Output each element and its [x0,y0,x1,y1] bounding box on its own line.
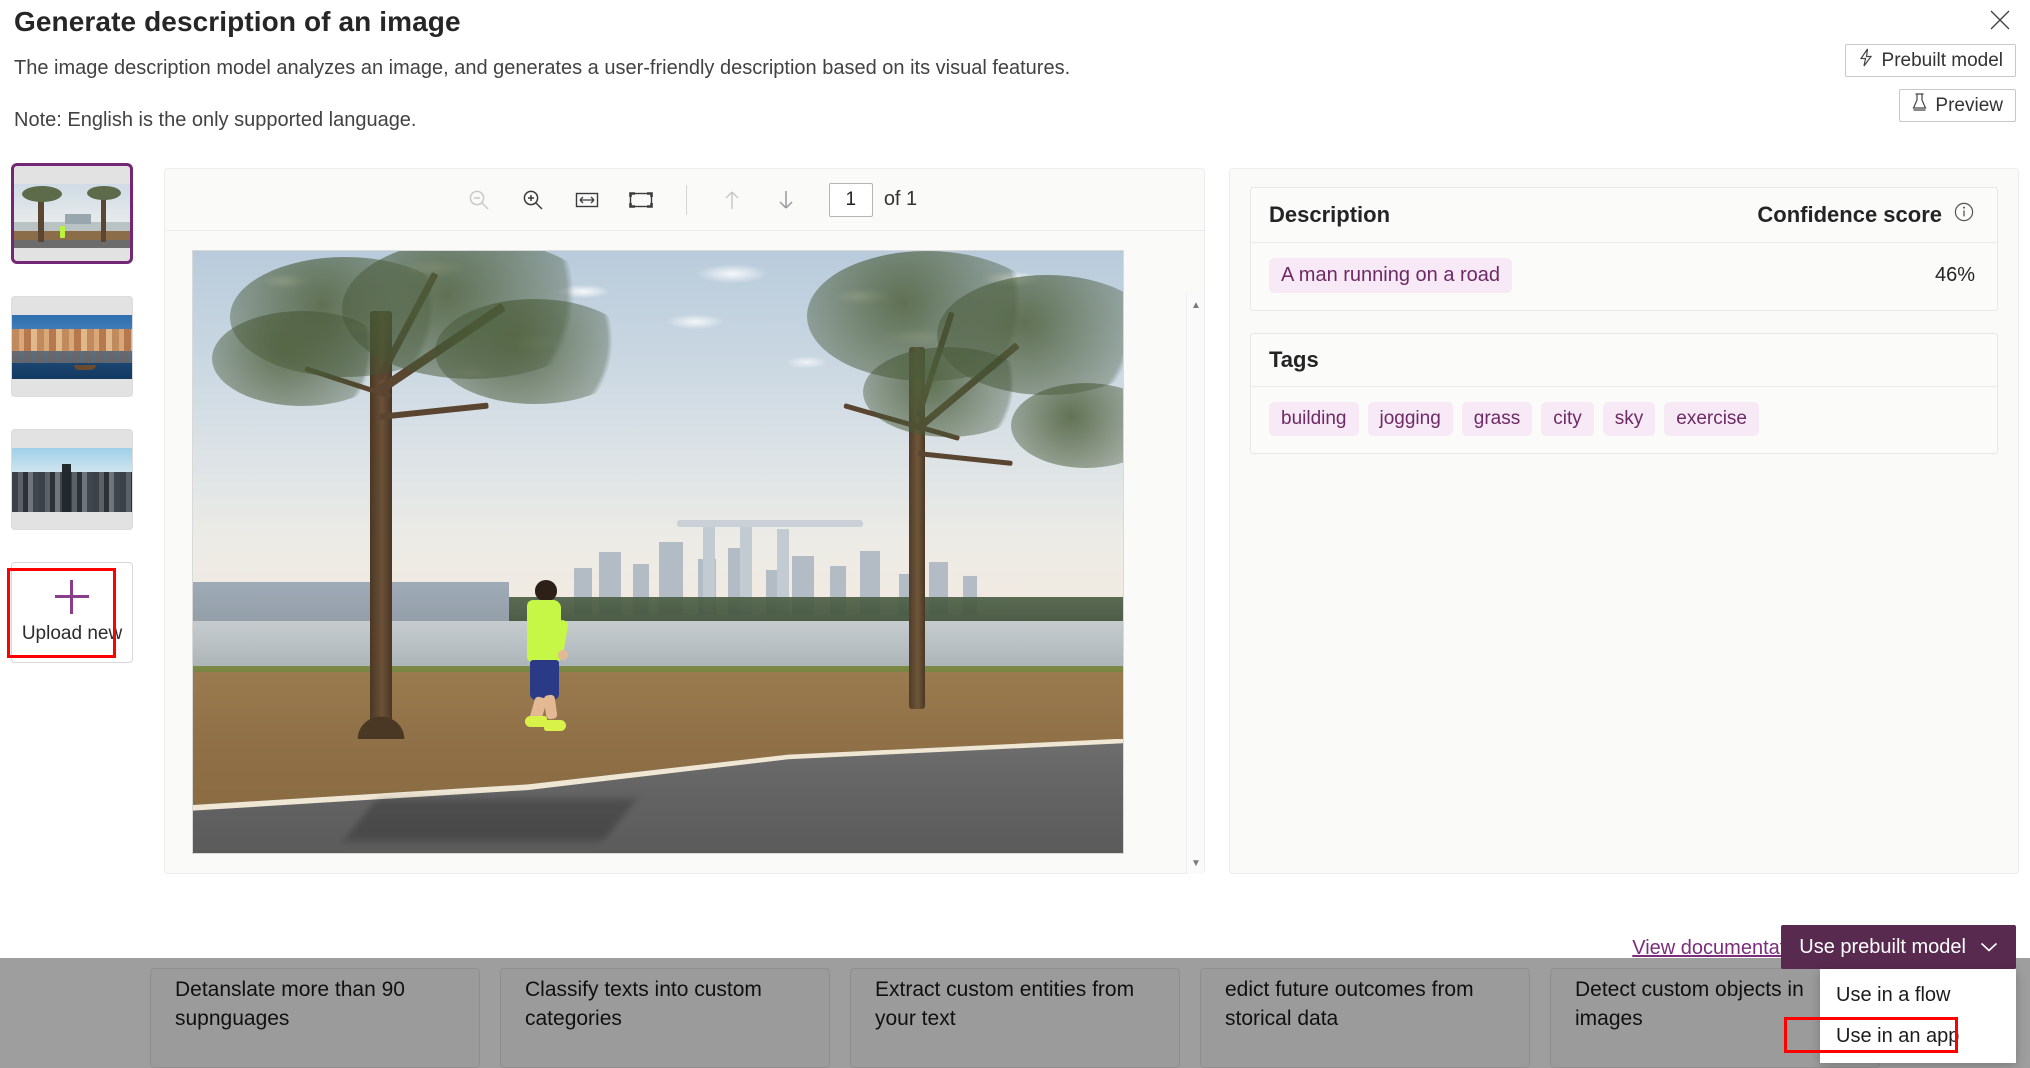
tag-item[interactable]: grass [1462,402,1532,436]
menu-item-use-in-an-app[interactable]: Use in an app [1820,1016,2016,1057]
tag-item[interactable]: jogging [1368,402,1453,436]
description-title: Description [1269,202,1390,228]
tags-card: Tags building jogging grass city sky exe… [1250,333,1998,454]
tags-list: building jogging grass city sky exercise [1251,387,1997,453]
results-panel: Description Confidence score A man runni… [1229,168,2019,874]
dialog-subtitle: The image description model analyzes an … [14,57,1070,80]
dialog-note: Note: English is the only supported lang… [14,109,417,132]
fit-page-icon[interactable] [614,178,668,222]
thumbnail-harbor-image [12,315,132,379]
tags-card-header: Tags [1251,334,1997,387]
close-icon[interactable] [1980,2,2020,38]
description-card-header: Description Confidence score [1251,188,1997,243]
page-total-label: of 1 [884,188,917,211]
thumbnail-cityscape-image [12,448,132,512]
tag-item[interactable]: building [1269,402,1359,436]
background-card[interactable]: Detanslate more than 90 supnguages [150,968,480,1068]
background-card[interactable]: Classify texts into custom categories [500,968,830,1068]
fit-width-icon[interactable] [560,178,614,222]
thumbnail-cityscape[interactable] [11,429,133,530]
thumbnail-harbor[interactable] [11,296,133,397]
description-score: 46% [1935,264,1975,287]
page-number-input[interactable] [829,183,873,217]
use-prebuilt-model-menu: Use in a flow Use in an app [1820,969,2016,1063]
beaker-icon [1912,93,1927,118]
tags-title: Tags [1269,347,1319,373]
zoom-in-icon[interactable] [506,178,560,222]
tag-item[interactable]: exercise [1664,402,1759,436]
background-card[interactable]: edict future outcomes from storical data [1200,968,1530,1068]
use-prebuilt-model-button[interactable]: Use prebuilt model [1781,925,2016,969]
plus-icon [55,580,89,614]
preview-badge: Preview [1899,89,2016,122]
viewer-canvas: ▲ ▼ [165,231,1204,874]
tag-item[interactable]: sky [1603,402,1656,436]
background-card-list: Detanslate more than 90 supnguages Class… [0,968,2030,1068]
previous-page-icon[interactable] [705,178,759,222]
menu-item-use-in-a-flow[interactable]: Use in a flow [1820,975,2016,1016]
description-chip[interactable]: A man running on a road [1269,258,1512,293]
viewer-scrollbar[interactable]: ▲ ▼ [1186,294,1204,874]
dialog-title: Generate description of an image [14,6,461,38]
lightning-bolt-icon [1858,48,1874,73]
prebuilt-model-badge: Prebuilt model [1845,44,2016,77]
info-icon[interactable] [1953,201,1975,229]
upload-new-label: Upload new [22,623,122,645]
upload-new-button[interactable]: Upload new [11,562,133,663]
chevron-down-icon [1980,936,1998,959]
thumbnail-rail: Upload new [11,163,141,663]
preview-image [192,250,1124,854]
prebuilt-model-badge-label: Prebuilt model [1882,50,2003,72]
use-prebuilt-model-label: Use prebuilt model [1799,936,1966,959]
tag-item[interactable]: city [1541,402,1594,436]
thumbnail-jogger-image [14,184,130,248]
next-page-icon[interactable] [759,178,813,222]
preview-badge-label: Preview [1935,95,2003,117]
toolbar-divider [686,185,687,215]
thumbnail-jogger[interactable] [11,163,133,264]
background-card[interactable]: Extract custom entities from your text [850,968,1180,1068]
scroll-up-icon[interactable]: ▲ [1187,296,1204,314]
confidence-score-label: Confidence score [1757,202,1942,228]
viewer-toolbar: of 1 [165,169,1204,231]
runner-figure [523,580,567,730]
scroll-down-icon[interactable]: ▼ [1187,854,1204,872]
description-row: A man running on a road 46% [1251,243,1997,310]
zoom-out-icon[interactable] [452,178,506,222]
description-card: Description Confidence score A man runni… [1250,187,1998,311]
generate-description-dialog: Generate description of an image The ima… [0,0,2030,958]
image-viewer-panel: of 1 [164,168,1205,874]
